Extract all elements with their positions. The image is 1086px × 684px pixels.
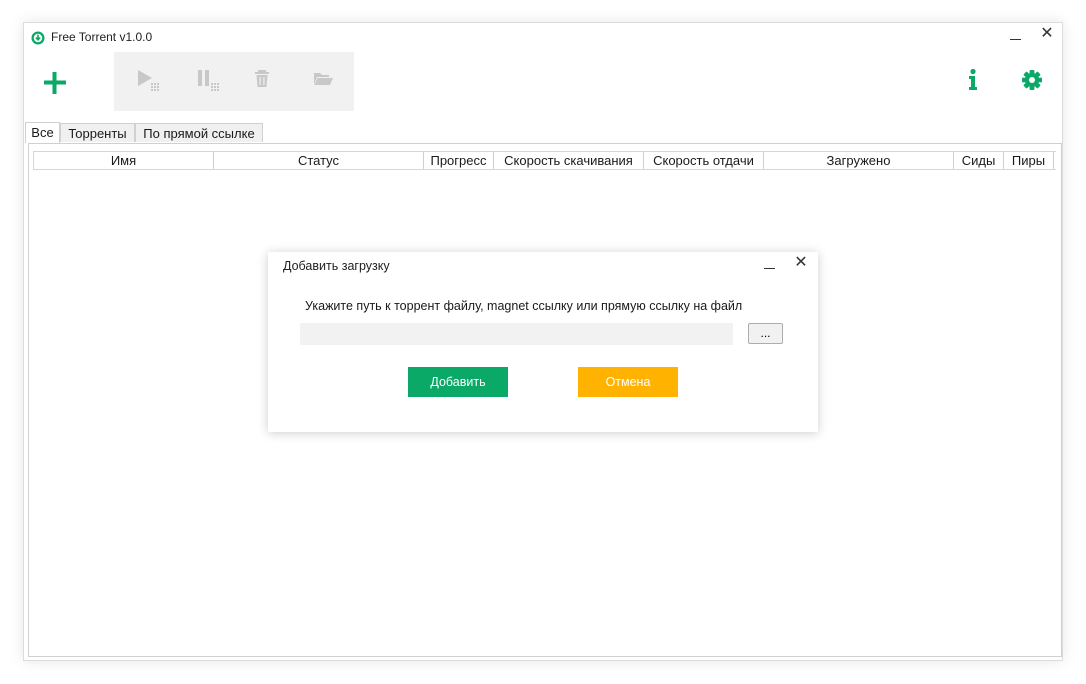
column-name[interactable]: Имя (34, 152, 214, 169)
column-downloaded[interactable]: Загружено (764, 152, 954, 169)
table-header: Имя Статус Прогресс Скорость скачивания … (33, 151, 1056, 170)
column-status[interactable]: Статус (214, 152, 424, 169)
dialog-prompt: Укажите путь к торрент файлу, magnet ссы… (305, 299, 743, 313)
column-seeds[interactable]: Сиды (954, 152, 1004, 169)
dialog-minimize-button[interactable] (763, 255, 777, 271)
dialog-title: Добавить загрузку (283, 259, 390, 273)
torrent-actions-toolbar (114, 52, 354, 111)
gear-icon[interactable] (1021, 69, 1043, 91)
window-close-button[interactable]: ✕ (1040, 26, 1054, 42)
tab-direct-link[interactable]: По прямой ссылке (135, 123, 263, 142)
title-bar: Free Torrent v1.0.0 ✕ (24, 23, 1062, 51)
info-icon[interactable] (965, 68, 981, 92)
cancel-button[interactable]: Отмена (578, 367, 678, 397)
pause-icon[interactable] (196, 68, 220, 92)
tab-torrents[interactable]: Торренты (60, 123, 135, 142)
add-button[interactable]: Добавить (408, 367, 508, 397)
torrent-path-input[interactable] (300, 323, 733, 345)
browse-button[interactable]: ... (748, 323, 783, 344)
column-upload-speed[interactable]: Скорость отдачи (644, 152, 764, 169)
app-title: Free Torrent v1.0.0 (51, 30, 153, 44)
folder-icon[interactable] (312, 68, 336, 92)
tab-all[interactable]: Все (25, 122, 60, 143)
dialog-close-button[interactable]: ✕ (794, 255, 808, 271)
app-logo-icon (31, 31, 45, 45)
column-download-speed[interactable]: Скорость скачивания (494, 152, 644, 169)
add-torrent-button[interactable] (41, 69, 69, 97)
column-progress[interactable]: Прогресс (424, 152, 494, 169)
trash-icon[interactable] (252, 68, 276, 92)
play-icon[interactable] (136, 68, 160, 92)
column-peers[interactable]: Пиры (1004, 152, 1054, 169)
window-minimize-button[interactable] (1009, 27, 1023, 43)
add-download-dialog: Добавить загрузку ✕ Укажите путь к торре… (268, 252, 818, 432)
